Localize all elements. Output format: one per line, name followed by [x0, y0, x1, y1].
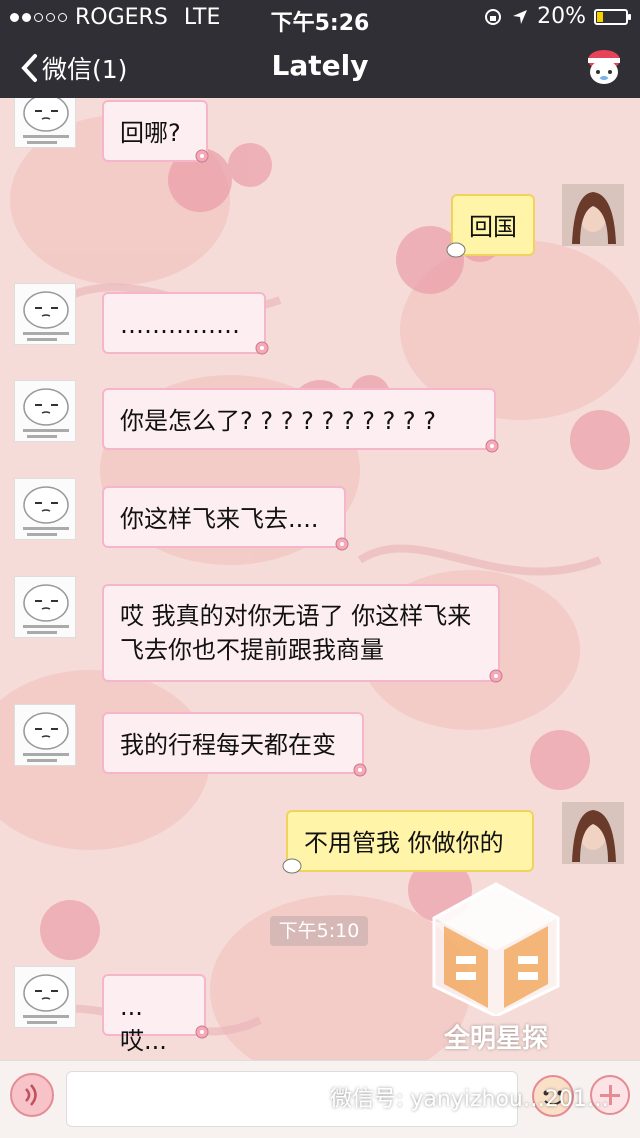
contact-avatar[interactable] — [14, 966, 76, 1028]
message-text: ...哎... — [120, 993, 167, 1055]
flower-decoration-icon — [335, 537, 349, 551]
message-list[interactable]: 回哪? 回国 …………… 你是怎么了? ? ? ? ? ? ? ? ? ? 你这… — [0, 98, 640, 1060]
flower-decoration-icon — [489, 669, 503, 683]
message-bubble-received[interactable]: …………… — [102, 292, 266, 354]
battery-percent: 20% — [537, 4, 586, 29]
message-bubble-received[interactable]: 哎 我真的对你无语了 你这样飞来飞去你也不提前跟我商量 — [102, 584, 500, 682]
contact-avatar[interactable] — [14, 478, 76, 540]
status-right: 20% — [483, 4, 631, 29]
contact-avatar[interactable] — [14, 576, 76, 638]
contact-avatar[interactable] — [14, 380, 76, 442]
location-arrow-icon — [513, 9, 528, 24]
cartoon-face-icon — [23, 712, 69, 762]
message-text: 回哪? — [120, 119, 181, 147]
user-photo-icon — [562, 184, 624, 246]
flower-decoration-icon — [195, 149, 209, 163]
user-photo-icon — [562, 802, 624, 864]
cartoon-face-icon — [23, 291, 69, 341]
message-text: 你这样飞来飞去.... — [120, 505, 319, 533]
input-bar: 微信号: yanyizhou…201… — [0, 1060, 640, 1138]
cartoon-face-icon — [23, 98, 69, 144]
nav-bar: 微信(1) Lately — [0, 36, 640, 98]
message-text: 不用管我 你做你的 — [304, 829, 504, 857]
drum-decoration-icon — [282, 858, 302, 874]
my-avatar[interactable] — [562, 802, 624, 864]
message-text: 回国 — [469, 213, 517, 241]
cartoon-face-icon — [23, 584, 69, 634]
cube-logo-icon — [432, 882, 560, 1018]
wechat-id-watermark: 微信号: yanyizhou…201… — [330, 1087, 609, 1112]
chat-timestamp: 下午5:10 — [270, 916, 368, 946]
flower-decoration-icon — [353, 763, 367, 777]
message-text: 你是怎么了? ? ? ? ? ? ? ? ? ? — [120, 407, 437, 435]
chat-title: Lately — [271, 49, 369, 82]
watermark-brand: 全明星探 — [443, 1024, 548, 1054]
message-bubble-received[interactable]: 你这样飞来飞去.... — [102, 486, 346, 548]
chat-info-avatar-icon[interactable] — [584, 48, 624, 86]
flower-decoration-icon — [485, 439, 499, 453]
rotation-lock-icon — [485, 8, 502, 25]
voice-icon — [25, 1084, 37, 1106]
cartoon-face-icon — [23, 486, 69, 536]
watermark-logo: 全明星探 — [426, 876, 566, 1060]
cartoon-face-icon — [23, 388, 69, 438]
contact-avatar[interactable] — [14, 704, 76, 766]
message-text: 我的行程每天都在变 — [120, 731, 336, 759]
message-bubble-received[interactable]: 你是怎么了? ? ? ? ? ? ? ? ? ? — [102, 388, 496, 450]
drum-decoration-icon — [446, 242, 466, 258]
contact-avatar[interactable] — [14, 283, 76, 345]
voice-input-button[interactable] — [10, 1073, 54, 1117]
flower-decoration-icon — [255, 341, 269, 355]
message-bubble-received[interactable]: 我的行程每天都在变 — [102, 712, 364, 774]
message-text: 哎 我真的对你无语了 你这样飞来飞去你也不提前跟我商量 — [120, 602, 472, 664]
status-bar: ROGERS LTE 下午5:26 20% — [0, 0, 640, 36]
message-bubble-sent[interactable]: 不用管我 你做你的 — [286, 810, 534, 872]
battery-icon — [594, 8, 631, 25]
contact-avatar[interactable] — [14, 98, 76, 148]
my-avatar[interactable] — [562, 184, 624, 246]
message-text: …………… — [120, 311, 240, 339]
flower-decoration-icon — [195, 1025, 209, 1039]
cartoon-face-icon — [23, 974, 69, 1024]
